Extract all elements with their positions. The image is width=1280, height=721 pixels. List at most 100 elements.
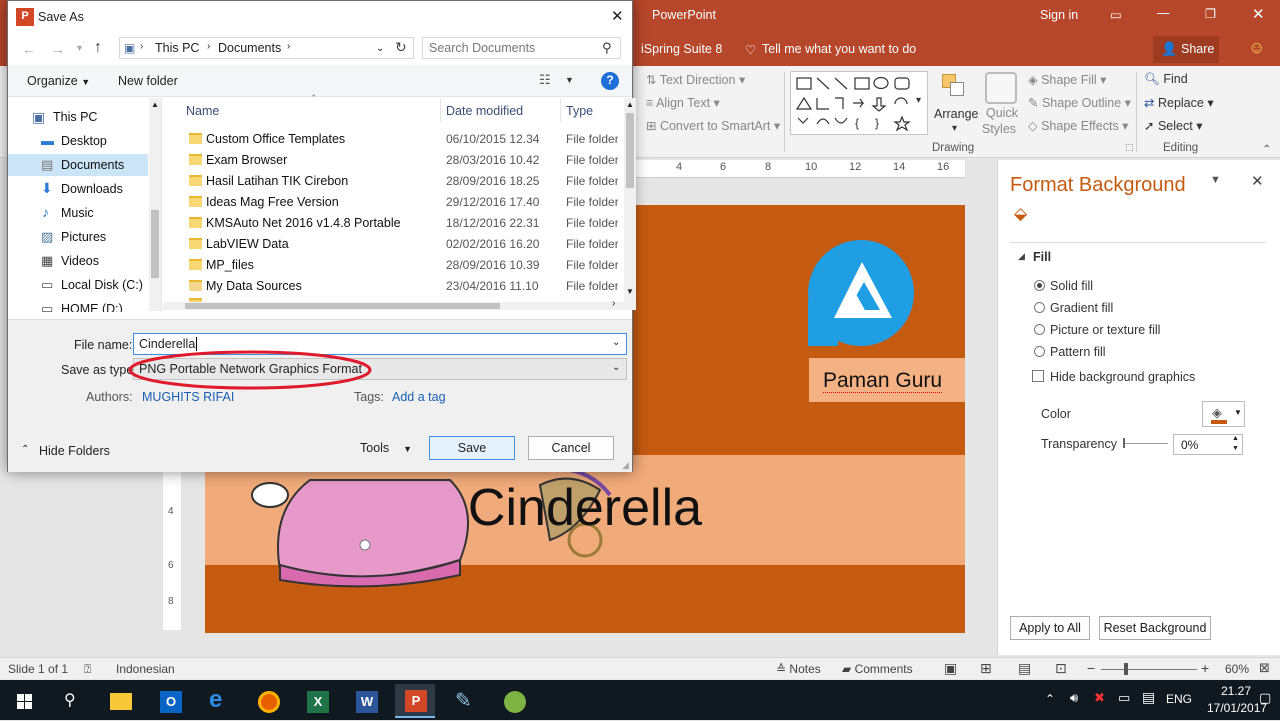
- scroll-down-icon[interactable]: ▼: [626, 287, 634, 296]
- nav-pictures[interactable]: ▨ Pictures: [8, 226, 148, 248]
- spin-down-icon[interactable]: ▼: [1232, 445, 1239, 452]
- action-center-icon[interactable]: ▤: [1142, 689, 1155, 706]
- minimize-icon[interactable]: —: [1157, 6, 1170, 20]
- scroll-up-icon[interactable]: ▲: [151, 100, 159, 109]
- close-window-icon[interactable]: ✕: [1252, 5, 1265, 23]
- close-pane-icon[interactable]: ✕: [1251, 172, 1264, 190]
- horizontal-scroll-thumb[interactable]: [185, 303, 500, 309]
- tools-button[interactable]: Tools ▼: [360, 441, 412, 455]
- nav-scrollbar[interactable]: ▲: [149, 98, 161, 311]
- organize-button[interactable]: Organize ▼: [27, 74, 90, 88]
- gallery-more-icon[interactable]: ▾: [916, 95, 921, 106]
- pattern-fill-label[interactable]: Pattern fill: [1050, 345, 1106, 359]
- hide-graphics-label[interactable]: Hide background graphics: [1050, 370, 1195, 384]
- nav-music[interactable]: ♪ Music: [8, 202, 148, 224]
- chevron-down-icon[interactable]: ⌄: [612, 337, 620, 348]
- recent-locations-icon[interactable]: ▼: [75, 43, 84, 53]
- replace-button[interactable]: ⇄ Replace ▾: [1144, 95, 1214, 110]
- start-button[interactable]: [4, 684, 44, 718]
- network-icon[interactable]: ✖: [1094, 690, 1105, 706]
- taskbar-powerpoint[interactable]: P: [395, 684, 435, 718]
- table-row[interactable]: MP_files 28/09/2016 10.39 File folder: [163, 255, 618, 276]
- drawing-launcher-icon[interactable]: ⬚: [1125, 142, 1134, 153]
- ribbon-display-icon[interactable]: ▭: [1110, 7, 1122, 22]
- tray-expand-icon[interactable]: ⌃: [1045, 692, 1055, 706]
- taskbar-outlook[interactable]: O: [150, 684, 190, 718]
- column-divider[interactable]: [560, 98, 561, 122]
- slideshow-icon[interactable]: ⊡: [1055, 660, 1067, 677]
- search-box[interactable]: Search Documents ⚲: [422, 37, 621, 59]
- reading-view-icon[interactable]: ▤: [1018, 660, 1031, 677]
- hide-folders-button[interactable]: Hide Folders: [39, 444, 110, 458]
- slide-title[interactable]: Cinderella: [205, 478, 965, 538]
- picture-fill-label[interactable]: Picture or texture fill: [1050, 323, 1160, 337]
- shapes-gallery[interactable]: {}: [790, 71, 928, 135]
- scroll-up-icon[interactable]: ▲: [626, 100, 634, 109]
- search-button[interactable]: ⚲: [52, 684, 92, 718]
- nav-local-disk[interactable]: ▭ Local Disk (C:): [8, 274, 148, 296]
- address-dropdown-icon[interactable]: ⌄: [376, 43, 384, 54]
- up-arrow-icon[interactable]: ↑: [94, 39, 102, 57]
- language-status[interactable]: Indonesian: [116, 662, 175, 676]
- tab-ispring[interactable]: iSpring Suite 8: [641, 42, 722, 56]
- horizontal-scrollbar[interactable]: ›: [163, 298, 624, 310]
- nav-videos[interactable]: ▦ Videos: [8, 250, 148, 272]
- column-type[interactable]: Type: [566, 104, 593, 118]
- pane-options-icon[interactable]: ▼: [1210, 174, 1221, 186]
- zoom-slider[interactable]: [1101, 669, 1197, 670]
- pattern-fill-radio[interactable]: [1034, 346, 1045, 357]
- clock-time[interactable]: 21.27: [1221, 684, 1251, 698]
- taskbar-edge[interactable]: e: [198, 684, 238, 718]
- share-button[interactable]: 👤 Share: [1153, 36, 1219, 63]
- shape-outline-button[interactable]: ✎ Shape Outline ▾: [1028, 95, 1131, 110]
- chevron-up-icon[interactable]: ⌃: [21, 444, 29, 455]
- picture-fill-radio[interactable]: [1034, 324, 1045, 335]
- battery-icon[interactable]: ▭: [1118, 690, 1130, 706]
- taskbar-word[interactable]: W: [346, 684, 386, 718]
- tags-input[interactable]: Add a tag: [392, 390, 446, 404]
- back-arrow-icon[interactable]: ←: [22, 41, 36, 57]
- volume-icon[interactable]: 🔊︎: [1070, 690, 1078, 706]
- slide-sorter-icon[interactable]: ⊞: [980, 660, 992, 677]
- taskbar-firefox[interactable]: [248, 684, 288, 718]
- align-text-button[interactable]: ≡ Align Text ▾: [646, 95, 720, 110]
- sign-in-link[interactable]: Sign in: [1040, 8, 1078, 22]
- fill-section-label[interactable]: Fill: [1033, 250, 1051, 264]
- zoom-slider-thumb[interactable]: [1124, 663, 1128, 675]
- smiley-feedback-icon[interactable]: ☺: [1248, 38, 1265, 58]
- nav-downloads[interactable]: ⬇ Downloads: [8, 178, 148, 200]
- scroll-right-icon[interactable]: ›: [612, 298, 615, 309]
- table-row[interactable]: Exam Browser 28/03/2016 10.42 File folder: [163, 150, 618, 171]
- solid-fill-radio[interactable]: [1034, 280, 1045, 291]
- comments-button[interactable]: ▰ Comments: [842, 662, 913, 676]
- fit-slide-icon[interactable]: ⊠: [1259, 660, 1270, 676]
- notifications-icon[interactable]: ▢: [1259, 690, 1271, 706]
- restore-icon[interactable]: ❐: [1205, 6, 1216, 21]
- arrange-dropdown-icon[interactable]: ▾: [952, 123, 957, 134]
- transparency-slider[interactable]: [1123, 443, 1168, 444]
- search-icon[interactable]: ⚲: [602, 40, 612, 56]
- transparency-slider-thumb[interactable]: [1123, 438, 1125, 448]
- normal-view-icon[interactable]: ▣: [944, 660, 957, 677]
- vertical-scrollbar[interactable]: ▲ ▼: [624, 98, 636, 310]
- shape-fill-button[interactable]: ◈ Shape Fill ▾: [1028, 72, 1106, 87]
- shape-effects-button[interactable]: ◇ Shape Effects ▾: [1028, 118, 1128, 133]
- view-dropdown-icon[interactable]: ▼: [565, 75, 574, 85]
- spellcheck-icon[interactable]: ⍰: [84, 662, 91, 677]
- column-name[interactable]: Name: [186, 104, 219, 118]
- slide-badge[interactable]: Paman Guru: [809, 358, 965, 402]
- quick-styles-button-2[interactable]: Styles: [982, 122, 1016, 136]
- convert-smartart-button[interactable]: ⊞ Convert to SmartArt ▾: [646, 118, 780, 133]
- hide-graphics-checkbox[interactable]: [1032, 370, 1044, 382]
- zoom-in-icon[interactable]: +: [1201, 660, 1209, 676]
- taskbar-pinned-app[interactable]: ✎: [444, 684, 484, 718]
- close-dialog-icon[interactable]: ✕: [611, 7, 624, 25]
- view-options-icon[interactable]: ☷: [539, 72, 551, 88]
- column-divider[interactable]: [440, 98, 441, 122]
- arrange-button[interactable]: Arrange: [934, 107, 978, 121]
- collapse-ribbon-icon[interactable]: ⌃: [1262, 142, 1272, 156]
- nav-documents[interactable]: ▤ Documents: [8, 154, 148, 176]
- input-language[interactable]: ENG: [1166, 692, 1192, 706]
- text-direction-button[interactable]: ⇅ Text Direction ▾: [646, 72, 745, 87]
- breadcrumb-this-pc[interactable]: This PC: [155, 41, 199, 55]
